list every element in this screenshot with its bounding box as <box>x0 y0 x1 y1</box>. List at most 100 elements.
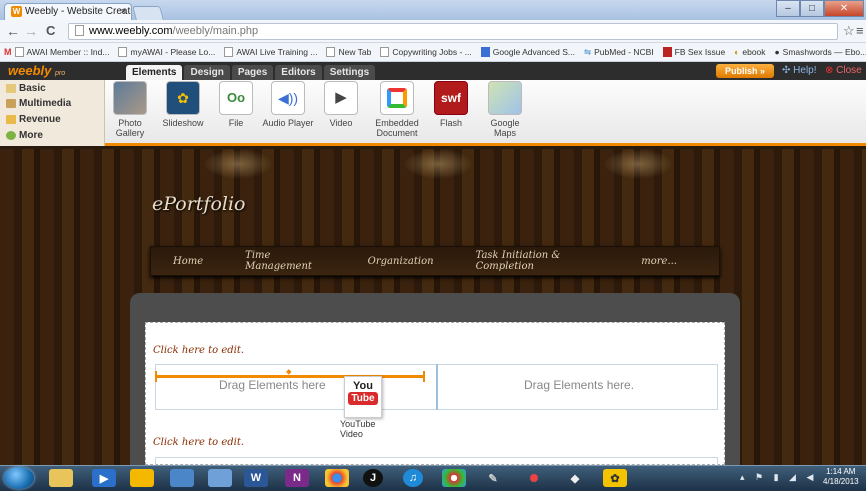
category-multimedia[interactable]: Multimedia <box>6 98 71 109</box>
fb-icon <box>662 47 672 57</box>
element-embedded-document[interactable]: Embedded Document <box>371 81 423 138</box>
element-photo-gallery[interactable]: Photo Gallery <box>104 81 156 138</box>
embedded-document-icon <box>380 81 414 115</box>
url-host: www.weebly.com <box>89 25 173 37</box>
category-basic[interactable]: Basic <box>6 83 46 94</box>
click-to-edit-text[interactable]: Click here to edit. <box>153 345 244 356</box>
site-navigation: Home Time Management Organization Task I… <box>150 246 720 276</box>
app-icon[interactable] <box>170 469 194 487</box>
category-revenue[interactable]: Revenue <box>6 114 61 125</box>
media-icon[interactable]: ▶ <box>92 469 116 487</box>
drop-zone-left-text: Drag Elements here <box>219 378 326 392</box>
element-video[interactable]: ▶ Video <box>315 81 367 128</box>
taskbar-clock[interactable]: 1:14 AM 4/18/2013 <box>823 467 859 487</box>
weebly-top-bar: weebly pro Elements Design Pages Editors… <box>0 62 866 80</box>
bookmark-item[interactable]: ◐ ebook <box>734 47 765 57</box>
bookmark-page-icon <box>326 47 336 57</box>
tool-icon[interactable]: ✎ <box>481 469 505 487</box>
click-to-edit-text-2[interactable]: Click here to edit. <box>153 437 244 448</box>
bookmark-item[interactable]: FB Sex Issue <box>662 47 725 57</box>
new-tab-button[interactable] <box>132 6 164 20</box>
spotlight <box>203 149 273 179</box>
clock-app-icon[interactable]: J <box>363 469 383 487</box>
help-icon: ✣ <box>782 65 791 76</box>
google-maps-icon <box>488 81 522 115</box>
bookmark-item[interactable]: Copywriting Jobs - ... <box>380 47 472 57</box>
bookmark-item[interactable]: Google Advanced S... <box>480 47 575 57</box>
column-divider[interactable] <box>436 364 438 410</box>
itunes-icon[interactable]: ♫ <box>403 469 423 487</box>
youtube-icon: You <box>353 380 373 392</box>
weebly-logo: weebly pro <box>8 63 66 78</box>
bookmark-item[interactable]: ⇋ PubMed - NCBI <box>584 47 654 57</box>
back-button[interactable]: ← <box>6 23 20 39</box>
publish-button[interactable]: Publish » <box>716 64 774 78</box>
nav-home[interactable]: Home <box>173 256 203 267</box>
tab-editors[interactable]: Editors <box>275 65 322 80</box>
paint-icon[interactable] <box>208 469 232 487</box>
photo-gallery-icon <box>113 81 147 115</box>
minimize-button[interactable]: – <box>776 0 800 17</box>
window-controls: – □ ✕ <box>776 0 864 17</box>
element-file[interactable]: Oo File <box>210 81 262 128</box>
nav-organization[interactable]: Organization <box>368 256 434 267</box>
explorer-icon[interactable] <box>49 469 73 487</box>
close-window-button[interactable]: ✕ <box>824 0 864 17</box>
nav-more[interactable]: more... <box>641 256 677 267</box>
drop-zone-right-text: Drag Elements here. <box>524 378 635 392</box>
spotlight <box>403 149 473 179</box>
browser-tab[interactable]: W Weebly - Website Creatio × <box>4 3 132 20</box>
resize-grip-icon[interactable]: ⬥ <box>286 367 292 377</box>
bookmark-star-icon[interactable]: ☆ <box>843 23 855 39</box>
tab-close-icon[interactable]: × <box>121 6 126 16</box>
element-google-maps[interactable]: Google Maps <box>479 81 531 138</box>
basic-icon <box>6 84 16 93</box>
bookmark-item[interactable]: M AWAI Member :: Ind... <box>4 47 109 57</box>
url-input[interactable]: www.weebly.com/weebly/main.php <box>68 23 838 40</box>
diamond-icon[interactable]: ◆ <box>563 469 587 487</box>
word-icon[interactable]: W <box>244 469 268 487</box>
bookmark-page-icon <box>224 47 234 57</box>
close-circle-icon: ⊗ <box>825 65 834 76</box>
help-link[interactable]: ✣ Help! <box>782 65 817 76</box>
element-slideshow[interactable]: ✿ Slideshow <box>157 81 209 128</box>
category-more[interactable]: More <box>6 130 43 141</box>
nav-task-initiation[interactable]: Task Initiation & Completion <box>476 250 600 272</box>
picasa-icon[interactable] <box>442 469 466 487</box>
site-title[interactable]: ePortfolio <box>152 193 245 215</box>
tab-elements[interactable]: Elements <box>126 65 183 80</box>
onenote-icon[interactable]: N <box>285 469 309 487</box>
bookmark-item[interactable]: AWAI Live Training ... <box>224 47 317 57</box>
bookmark-item[interactable]: ● Smashwords — Ebo... <box>775 47 866 57</box>
spotlight <box>603 149 673 179</box>
maximize-button[interactable]: □ <box>800 0 824 17</box>
element-audio-player[interactable]: ◀)) Audio Player <box>262 81 314 128</box>
element-flash[interactable]: swf Flash <box>425 81 477 128</box>
chrome-menu-icon[interactable]: ≡ <box>856 23 864 38</box>
bookmark-page-icon <box>380 47 390 57</box>
atom-icon[interactable]: ✺ <box>522 469 546 487</box>
bookmark-item[interactable]: New Tab <box>326 47 371 57</box>
pubmed-icon: ⇋ <box>584 47 592 57</box>
start-button[interactable] <box>4 467 34 489</box>
forward-button[interactable]: → <box>24 23 38 39</box>
tab-pages[interactable]: Pages <box>231 65 274 80</box>
nav-time-management[interactable]: Time Management <box>245 250 326 272</box>
weebly-favicon-icon: W <box>11 6 22 17</box>
dragging-youtube-element[interactable]: You Tube <box>344 376 382 418</box>
chrome-icon[interactable] <box>325 469 349 487</box>
drop-zone-2[interactable] <box>155 457 718 465</box>
tab-design[interactable]: Design <box>184 65 230 80</box>
bookmark-item[interactable]: myAWAI - Please Lo... <box>118 47 215 57</box>
smashwords-icon: ● <box>774 47 780 57</box>
ebook-icon: ◐ <box>734 47 740 57</box>
address-bar-row: ← → C www.weebly.com/weebly/main.php ☆ ≡ <box>0 20 866 43</box>
folder-icon[interactable] <box>130 469 154 487</box>
reload-button[interactable]: C <box>46 23 55 38</box>
video-icon: ▶ <box>324 81 358 115</box>
sketch-icon[interactable]: ✿ <box>603 469 627 487</box>
tab-title: Weebly - Website Creatio <box>25 6 132 17</box>
tab-settings[interactable]: Settings <box>323 65 376 80</box>
close-editor-link[interactable]: ⊗ Close <box>825 65 862 76</box>
system-tray[interactable]: ▴ ⚑ ▮ ◢ ◀ <box>740 472 817 483</box>
